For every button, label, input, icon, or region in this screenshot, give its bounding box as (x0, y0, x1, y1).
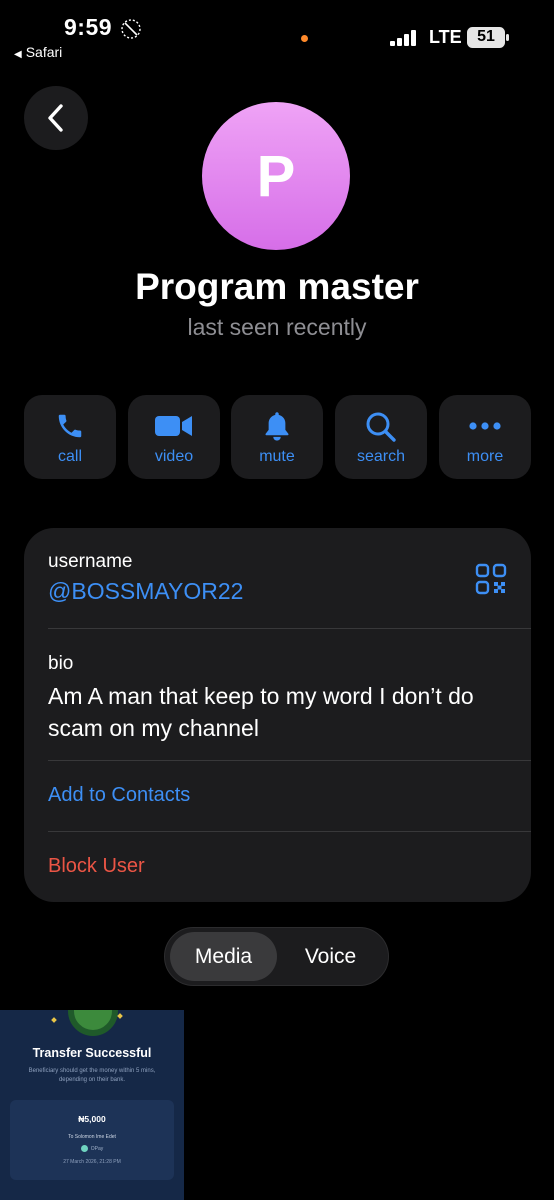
search-icon (335, 411, 427, 442)
bank-logo-icon (80, 1145, 88, 1152)
profile-status: last seen recently (187, 314, 367, 340)
status-bar: 9:59 ◀ Safari LTE 51 (0, 0, 554, 70)
divider (48, 628, 531, 629)
sparkle-icon (51, 1017, 57, 1023)
more-button[interactable]: more (439, 395, 531, 479)
mute-button[interactable]: mute (231, 395, 323, 479)
video-label: video (154, 448, 194, 465)
video-button[interactable]: video (128, 395, 220, 479)
bell-icon (231, 411, 323, 441)
phone-icon (24, 411, 116, 441)
battery-icon: 51 (467, 27, 509, 48)
network-type: LTE (429, 27, 462, 47)
search-button[interactable]: search (335, 395, 427, 479)
success-check-icon (68, 1010, 118, 1036)
username-label: username (48, 551, 133, 572)
divider (48, 831, 531, 832)
mute-label: mute (259, 448, 295, 465)
thumb-subtitle: Beneficiary should get the money within … (28, 1068, 156, 1083)
thumb-receipt-box: ₦5,000 To Solomon Ime Edet OPay 27 March… (10, 1100, 174, 1180)
bio-label: bio (48, 653, 74, 674)
divider (48, 760, 531, 761)
thumb-recipient: To Solomon Ime Edet (68, 1134, 116, 1140)
battery-level: 51 (477, 28, 495, 45)
search-label: search (356, 448, 406, 465)
more-label: more (466, 448, 504, 465)
tab-voice[interactable]: Voice (277, 932, 384, 981)
info-card: username @BOSSMAYOR22 bio Am A man that … (24, 528, 531, 902)
silent-mode-icon (120, 18, 142, 40)
tab-media[interactable]: Media (170, 932, 277, 981)
back-triangle-icon: ◀ (14, 49, 22, 60)
more-dots-icon (439, 411, 531, 441)
video-camera-icon (128, 411, 220, 441)
back-to-safari-link[interactable]: ◀ Safari (14, 44, 62, 60)
profile-name: Program master (135, 266, 419, 307)
thumb-bank-name: OPay (90, 1145, 104, 1152)
status-time: 9:59 (64, 14, 113, 40)
add-to-contacts-button[interactable]: Add to Contacts (48, 784, 190, 807)
block-user-button[interactable]: Block User (48, 855, 145, 878)
back-button[interactable] (24, 86, 88, 150)
back-app-label: Safari (25, 44, 63, 60)
thumb-amount: ₦5,000 (78, 1114, 106, 1124)
thumb-date: 27 March 2026, 21:28 PM (63, 1159, 121, 1165)
bio-text: Am A man that keep to my word I don’t do… (48, 683, 474, 741)
username-value[interactable]: @BOSSMAYOR22 (48, 578, 243, 605)
sparkle-icon (117, 1013, 123, 1019)
chevron-left-icon (48, 104, 63, 132)
privacy-indicator-dot (301, 35, 308, 42)
media-voice-segmented-control: Media Voice (164, 927, 389, 986)
thumb-title: Transfer Successful (32, 1046, 152, 1060)
call-button[interactable]: call (24, 395, 116, 479)
call-label: call (57, 448, 82, 465)
avatar[interactable]: P (202, 102, 350, 250)
action-buttons: call video mute search more (24, 395, 531, 479)
qr-code-icon[interactable] (475, 563, 507, 595)
thumb-bank: OPay (10, 1145, 174, 1152)
media-thumbnail[interactable]: Transfer Successful Beneficiary should g… (0, 1010, 184, 1200)
avatar-letter: P (256, 143, 296, 209)
signal-strength-icon (390, 30, 418, 46)
